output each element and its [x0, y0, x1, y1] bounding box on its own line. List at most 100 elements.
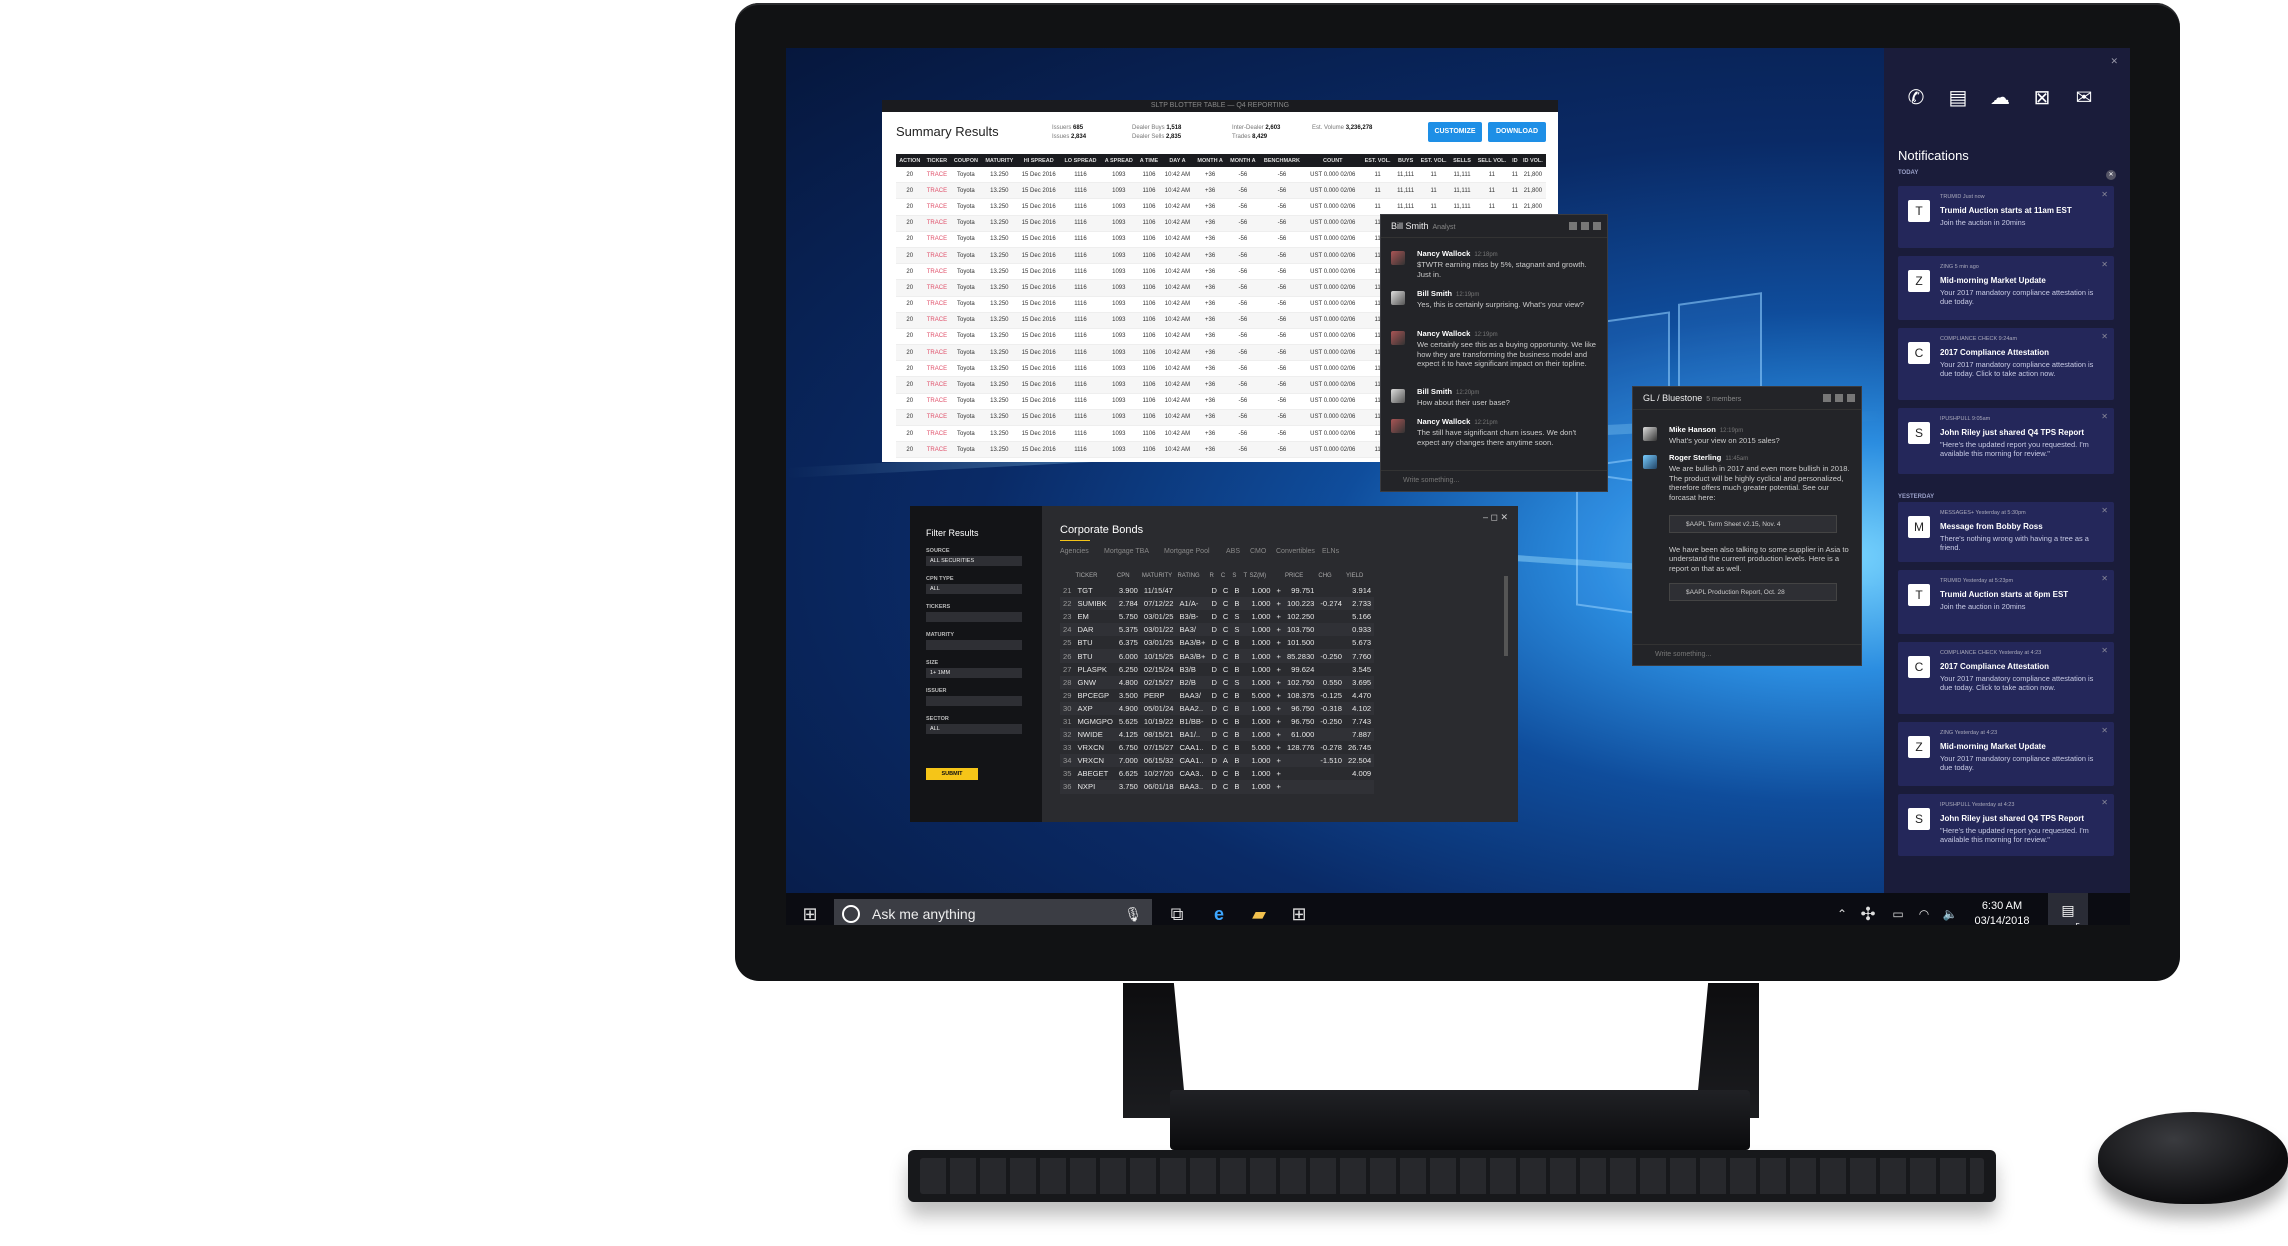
- source-select[interactable]: ALL SECURITIES: [926, 556, 1022, 566]
- attachment-production-report[interactable]: $AAPL Production Report, Oct. 28: [1669, 583, 1837, 601]
- maximize-icon[interactable]: [1835, 394, 1843, 402]
- notification-card[interactable]: M MESSAGES+ Yesterday at 5:30pm Message fr…: [1898, 502, 2114, 562]
- microphone-icon[interactable]: 🎙: [1124, 899, 1142, 925]
- corporate-bonds-window[interactable]: Filter Results SOURCE ALL SECURITIES CPN…: [910, 506, 1518, 822]
- outlook-icon[interactable]: ✉: [2066, 80, 2102, 116]
- notification-card[interactable]: S IPUSHPULL 9:05am John Riley just shared …: [1898, 408, 2114, 474]
- close-icon[interactable]: [1593, 222, 1601, 230]
- symphony-icon[interactable]: ☁: [1982, 80, 2018, 116]
- notification-card[interactable]: Z ZING Yesterday at 4:23 Mid-morning Marke…: [1898, 722, 2114, 786]
- dismiss-icon[interactable]: ✕: [2101, 798, 2108, 807]
- clock[interactable]: 6:30 AM 03/14/2018: [1972, 899, 2032, 925]
- search-box[interactable]: Ask me anything 🎙: [834, 899, 1152, 925]
- windows-start-icon[interactable]: ⊞: [798, 901, 822, 925]
- chevron-up-icon[interactable]: ⌃: [1832, 901, 1852, 925]
- dismiss-icon[interactable]: ✕: [2101, 190, 2108, 199]
- table-row[interactable]: 29 BPCEGP 3.500 PERP BAA3/D C B 5.000 +108.375 -0…: [1060, 689, 1374, 702]
- table-row[interactable]: 35 ABEGET 6.625 10/27/20 CAA3.. D C B 1.000 +4.00…: [1060, 767, 1374, 780]
- volume-icon[interactable]: 🔈: [1938, 901, 1962, 925]
- column-header[interactable]: S: [1231, 568, 1242, 584]
- blotter-icon[interactable]: ▤: [1940, 80, 1976, 116]
- issuer-select[interactable]: [926, 696, 1022, 706]
- chat-window-group[interactable]: GL / Bluestone 5 members Mike Hanson 12:19…: [1632, 386, 1862, 666]
- battery-icon[interactable]: ▭: [1886, 901, 1910, 925]
- notification-card[interactable]: S IPUSHPULL Yesterday at 4:23 John Riley j…: [1898, 794, 2114, 856]
- column-header[interactable]: RATING: [1176, 568, 1208, 584]
- table-row[interactable]: 34 VRXCN 7.000 06/15/32 CAA1.. D A B 1.000 + -1.51…: [1060, 754, 1375, 768]
- clear-all-icon[interactable]: ✕: [2106, 170, 2116, 180]
- window-controls[interactable]: ‒ ◻ ✕: [1483, 512, 1508, 523]
- edge-icon[interactable]: e: [1204, 901, 1234, 925]
- phone-icon[interactable]: ✆: [1898, 80, 1934, 116]
- close-icon[interactable]: [1847, 394, 1855, 402]
- table-row[interactable]: 22 SUMIBK 2.784 07/12/22 A1/A- D C B 1.000 +100.2…: [1060, 597, 1375, 611]
- column-header[interactable]: [1060, 568, 1074, 584]
- table-row[interactable]: 20TRACEToyota13.25015 Dec 20161116109311…: [896, 167, 1546, 184]
- action-center-icon[interactable]: ▤5: [2048, 893, 2088, 925]
- chat-compose-input[interactable]: Write something...: [1381, 470, 1607, 491]
- download-button[interactable]: DOWNLOAD: [1488, 122, 1546, 142]
- column-header[interactable]: ID VOL.: [1519, 154, 1546, 167]
- column-header[interactable]: MATURITY: [1141, 568, 1177, 584]
- tab-convertibles[interactable]: Convertibles: [1276, 548, 1315, 555]
- sector-select[interactable]: ALL: [926, 724, 1022, 734]
- table-row[interactable]: 21 TGT 3.900 11/15/47 D C B 1.000 +99.751 3.914: [1060, 584, 1374, 597]
- column-header[interactable]: SELLS: [1450, 154, 1474, 167]
- minimize-icon[interactable]: [1569, 222, 1577, 230]
- attachment-term-sheet[interactable]: $AAPL Term Sheet v2.15, Nov. 4: [1669, 515, 1837, 533]
- column-header[interactable]: TICKER: [1074, 568, 1115, 584]
- app-tray-icon[interactable]: ✣: [1856, 901, 1880, 925]
- customize-button[interactable]: CUSTOMIZE: [1428, 122, 1482, 142]
- column-header[interactable]: R: [1208, 568, 1219, 584]
- file-explorer-icon[interactable]: ▰: [1244, 901, 1274, 925]
- column-header[interactable]: PRICE: [1284, 568, 1317, 584]
- column-header[interactable]: BUYS: [1394, 154, 1417, 167]
- column-header[interactable]: SELL VOL.: [1473, 154, 1510, 167]
- close-icon[interactable]: ✕: [2110, 56, 2118, 67]
- dismiss-icon[interactable]: ✕: [2101, 506, 2108, 515]
- wifi-icon[interactable]: ◠: [1912, 901, 1936, 925]
- table-row[interactable]: 20TRACEToyota13.25015 Dec 20161116109311…: [896, 182, 1546, 200]
- column-header[interactable]: MONTH A: [1226, 154, 1260, 167]
- column-header[interactable]: A SPREAD: [1100, 154, 1137, 167]
- column-header[interactable]: TICKER: [923, 154, 951, 167]
- column-header[interactable]: C: [1220, 568, 1231, 584]
- dismiss-icon[interactable]: ✕: [2101, 646, 2108, 655]
- column-header[interactable]: [1274, 568, 1284, 584]
- table-row[interactable]: 36 NXPI 3.750 06/01/18 BAA3.. D C B 1.000 +: [1060, 780, 1375, 794]
- column-header[interactable]: EST. VOL.: [1360, 154, 1395, 167]
- column-header[interactable]: COUPON: [950, 154, 982, 167]
- submit-button[interactable]: SUBMIT: [926, 768, 978, 780]
- cpn-type-select[interactable]: ALL: [926, 584, 1022, 594]
- notification-card[interactable]: T TRUMID Yesterday at 5:23pm Trumid Auctio…: [1898, 570, 2114, 634]
- column-header[interactable]: DAY A: [1161, 154, 1194, 167]
- column-header[interactable]: ACTION: [896, 154, 924, 167]
- notification-card[interactable]: C COMPLIANCE CHECK Yesterday at 4:23 2017 …: [1898, 642, 2114, 714]
- table-row[interactable]: 27 PLASPK 6.250 02/15/24 B3/B D C B 1.000 +99.624…: [1060, 663, 1374, 676]
- table-row[interactable]: 30 AXP 4.900 05/01/24 BAA2.. D C B 1.000 +96.750-…: [1060, 701, 1375, 715]
- chat-compose-input[interactable]: Write something...: [1633, 644, 1861, 665]
- notification-card[interactable]: C COMPLIANCE CHECK 9:24am 2017 Compliance …: [1898, 328, 2114, 400]
- tab-mortgage-tba[interactable]: Mortgage TBA: [1104, 548, 1149, 555]
- dismiss-icon[interactable]: ✕: [2101, 412, 2108, 421]
- column-header[interactable]: SZ(M): [1248, 568, 1273, 584]
- table-row[interactable]: 26 BTU 6.000 10/15/25 BA3/B+ D C B 1.000 +85.2830…: [1060, 649, 1375, 663]
- column-header[interactable]: COUNT: [1304, 154, 1361, 167]
- column-header[interactable]: HI SPREAD: [1017, 154, 1061, 167]
- dismiss-icon[interactable]: ✕: [2101, 574, 2108, 583]
- notification-card[interactable]: T TRUMID Just now Trumid Auction starts at…: [1898, 186, 2114, 248]
- column-header[interactable]: BENCHMARK: [1259, 154, 1305, 167]
- excel-icon[interactable]: ⊠: [2024, 80, 2060, 116]
- table-row[interactable]: 25 BTU 6.375 03/01/25 BA3/B+ D C B 1.000 +101.500…: [1060, 636, 1374, 649]
- tickers-select[interactable]: [926, 612, 1022, 622]
- notification-card[interactable]: Z ZING 5 min ago Mid-morning Market Update…: [1898, 256, 2114, 320]
- maximize-icon[interactable]: [1581, 222, 1589, 230]
- dismiss-icon[interactable]: ✕: [2101, 726, 2108, 735]
- table-row[interactable]: 20TRACEToyota13.25015 Dec 20161116109311…: [896, 198, 1546, 216]
- column-header[interactable]: LO SPREAD: [1060, 154, 1101, 167]
- tab-abs[interactable]: ABS: [1226, 548, 1240, 555]
- column-header[interactable]: ID: [1509, 154, 1520, 167]
- table-row[interactable]: 31 MGMGPO 5.625 10/19/22 B1/BB- D C B 1.000 +96.7…: [1060, 715, 1374, 728]
- column-header[interactable]: A TIME: [1136, 154, 1162, 167]
- size-select[interactable]: 1+ 1MM: [926, 668, 1022, 678]
